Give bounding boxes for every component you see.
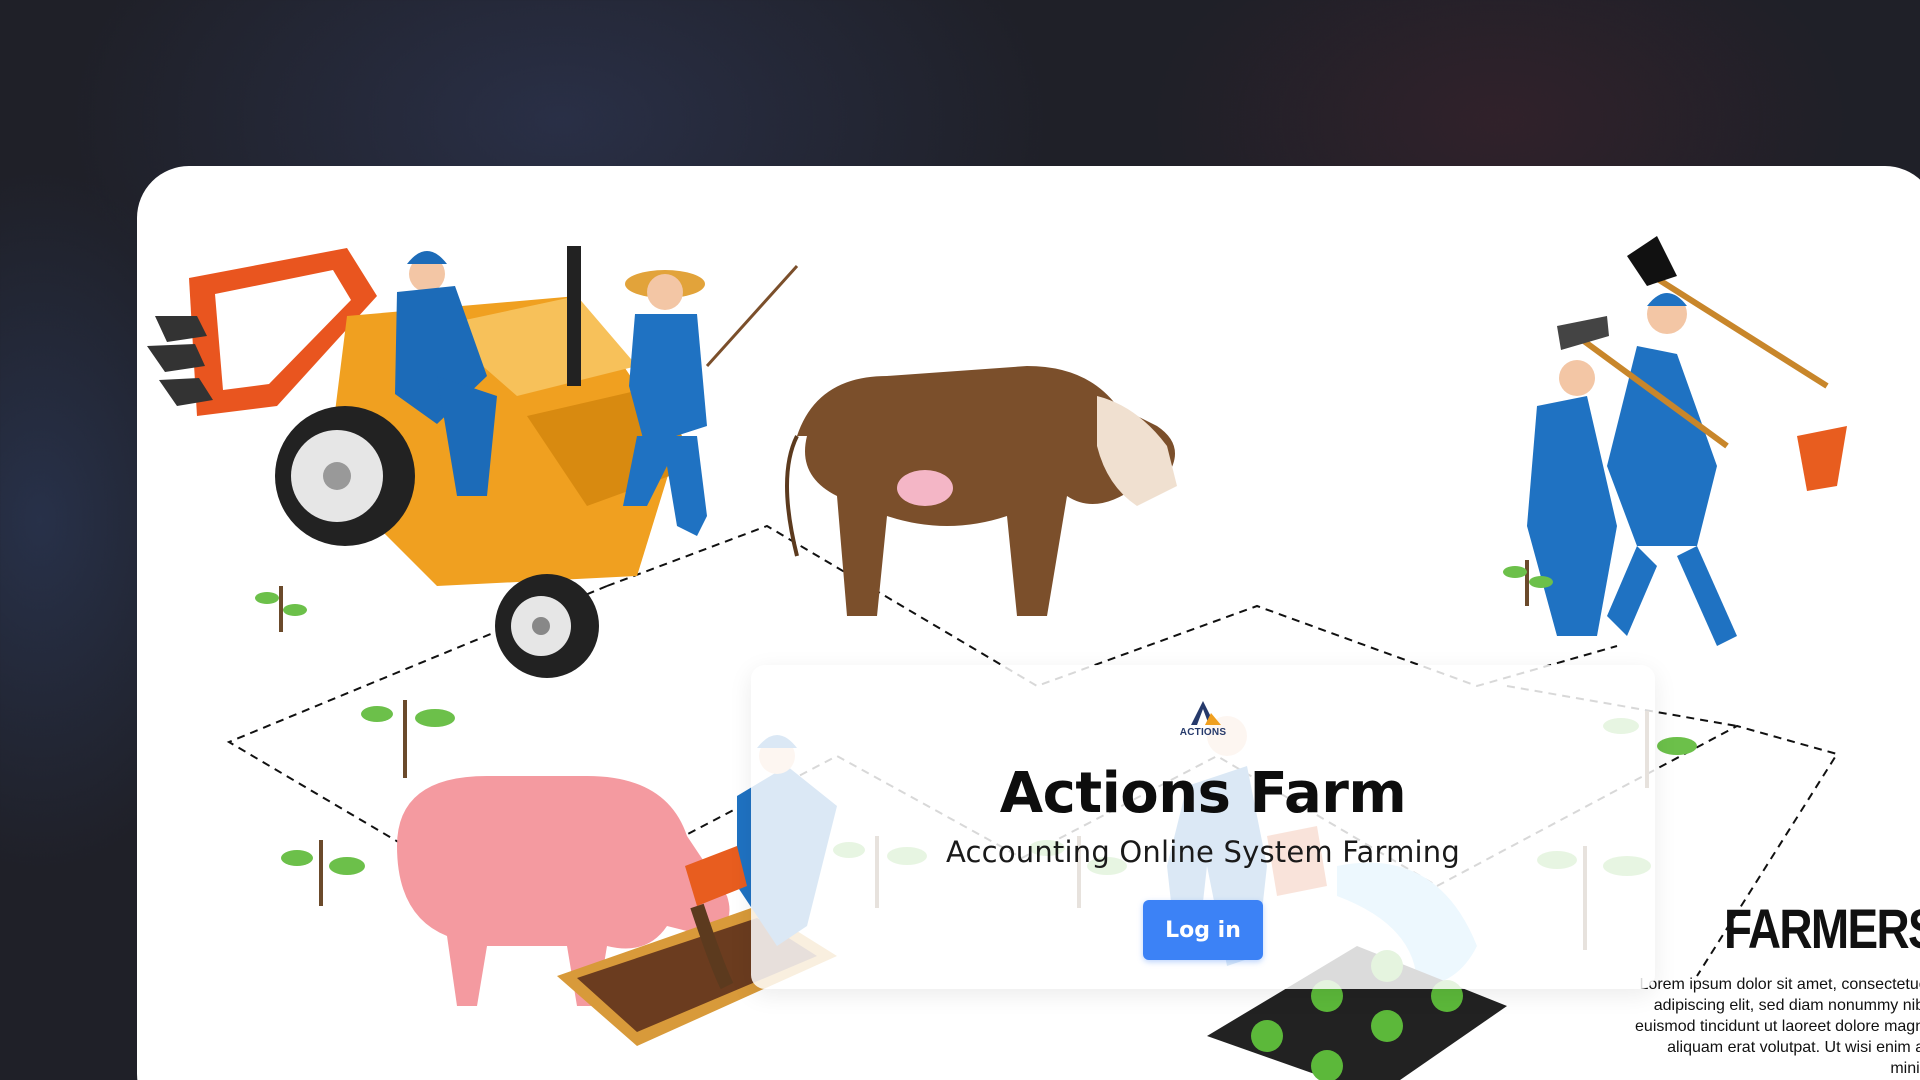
logo-icon: ACTIONS	[1175, 699, 1231, 741]
tractor-illustration	[147, 246, 697, 678]
cow-illustration	[623, 264, 1177, 616]
page-subtitle: Accounting Online System Farming	[946, 835, 1460, 869]
logo-text: ACTIONS	[1179, 727, 1227, 738]
illustration-body-text: Lorem ipsum dolor sit amet, consectetuer…	[1635, 976, 1920, 1077]
page-title: Actions Farm	[999, 761, 1407, 826]
login-button[interactable]: Log in	[1143, 900, 1263, 960]
farmers-tools-illustration	[1527, 236, 1847, 646]
hero-frame: FARMERS Lorem ipsum dolor sit amet, cons…	[137, 166, 1920, 1080]
login-card: ACTIONS Actions Farm Accounting Online S…	[751, 665, 1655, 989]
illustration-heading: FARMERS	[1723, 897, 1920, 960]
